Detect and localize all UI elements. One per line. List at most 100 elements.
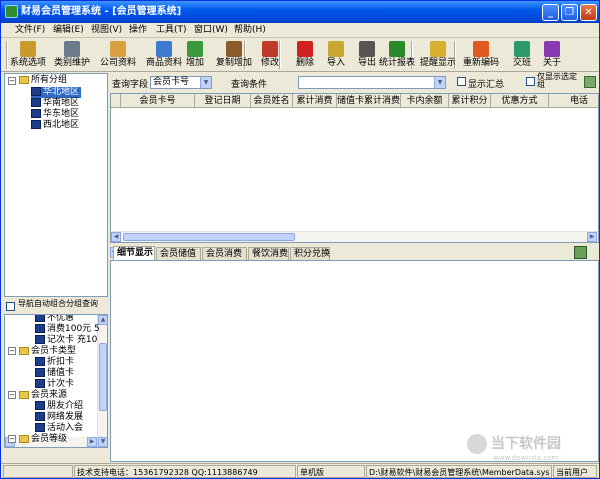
toolbar-button-11[interactable]: 提醒显示 (419, 40, 457, 70)
toolbar-button-5[interactable]: 复制增加 (215, 40, 253, 70)
category-tree-item[interactable]: 活动入会 (35, 423, 83, 434)
category-tree-item[interactable]: 储值卡 (35, 368, 74, 379)
category-tree-label: 消费100元 5 (47, 324, 100, 334)
toolbar-button-12[interactable]: 重新编码 (462, 40, 500, 70)
scroll-right-arrow[interactable]: ▶ (587, 232, 597, 242)
category-tree-item[interactable]: − 会员来源 (8, 390, 67, 401)
collapse-toggle[interactable]: − (8, 435, 16, 443)
tab-4[interactable]: 积分兑换 (290, 247, 330, 260)
book-icon (31, 87, 41, 96)
tab-2[interactable]: 会员消费 (202, 247, 247, 260)
category-tree-label: 不优惠 (47, 314, 75, 323)
scroll-down-arrow[interactable]: ▼ (98, 437, 107, 447)
scroll-thumb[interactable] (99, 343, 107, 411)
category-tree-item[interactable]: 网络发展 (35, 412, 83, 423)
menu-edit[interactable]: 编辑(E) (53, 23, 84, 38)
detail-tabs: ◀ 细节显示会员储值会员消费餐饮消费积分兑换 (110, 245, 599, 260)
category-tree-item[interactable]: 不优惠 (35, 314, 75, 324)
group-tree[interactable]: − 所有分组 华北地区 华南地区 华东地区 西北地区 (4, 73, 108, 297)
delete-x-icon (297, 41, 313, 57)
category-tree-item[interactable]: 计次卡 (35, 379, 74, 390)
scroll-right-arrow[interactable]: ▶ (87, 437, 97, 447)
folder-icon (19, 75, 29, 84)
toolbar-button-10[interactable]: 统计报表 (378, 40, 416, 70)
menu-window[interactable]: 窗口(W) (194, 23, 228, 38)
query-field-label: 查询字段 (112, 80, 149, 90)
collapse-toggle[interactable]: − (8, 391, 16, 399)
column-header[interactable]: 电话 (549, 94, 598, 108)
show-selected-checkbox[interactable] (526, 77, 535, 86)
collapse-toggle[interactable]: − (8, 347, 16, 355)
scroll-left-arrow[interactable]: ◀ (111, 232, 121, 242)
tab-action-icon[interactable] (574, 246, 587, 259)
menu-file[interactable]: 文件(F) (15, 23, 45, 38)
tab-0[interactable]: 细节显示 (113, 246, 155, 260)
category-tree-item[interactable]: 记次卡 充10 (35, 335, 97, 346)
query-cond-label: 查询条件 (231, 80, 268, 90)
toolbar-button-label: 统计报表 (378, 58, 415, 68)
book-icon (35, 315, 45, 322)
column-header[interactable]: 会员卡号 (121, 94, 195, 108)
column-header[interactable]: 储值卡累计消费 (337, 94, 401, 108)
category-tree-label: 会员等级 (31, 434, 68, 444)
close-button[interactable]: ✕ (580, 4, 597, 21)
restore-button[interactable]: ❐ (561, 4, 578, 21)
toolbar-button-4[interactable]: 增加 (176, 40, 214, 70)
category-tree-item[interactable]: − 会员等级 (8, 434, 68, 445)
bar-chart-icon (389, 41, 405, 57)
column-header[interactable]: 优惠方式 (491, 94, 549, 108)
grid-corner (111, 94, 121, 108)
toolbar-button-label: 重新编码 (462, 58, 499, 68)
toolbar-button-1[interactable]: 类别维护 (53, 40, 91, 70)
nav-auto-checkbox[interactable] (6, 302, 15, 311)
query-cond-select[interactable]: ▼ (298, 76, 446, 89)
column-header[interactable]: 卡内余额 (401, 94, 449, 108)
chevron-down-icon: ▼ (200, 77, 211, 88)
collapse-toggle[interactable]: − (8, 77, 16, 85)
menu-view[interactable]: 视图(V) (91, 23, 122, 38)
window-title: 财易会员管理系统 - [会员管理系统] (21, 6, 182, 17)
show-selected-label: 仅显示选定组 (537, 72, 577, 89)
tree-item-northwest[interactable]: 西北地区 (31, 120, 79, 131)
menu-operation[interactable]: 操作 (129, 23, 147, 38)
column-header[interactable]: 登记日期 (195, 94, 251, 108)
tab-3[interactable]: 餐饮消费 (248, 247, 289, 260)
column-header[interactable]: 会员姓名 (251, 94, 293, 108)
tree-item-south[interactable]: 华南地区 (31, 98, 79, 109)
menu-help[interactable]: 帮助(H) (234, 23, 266, 38)
show-summary-label: 显示汇总 (468, 80, 505, 90)
query-field-select[interactable]: 会员卡号 ▼ (150, 76, 212, 89)
nav-auto-option[interactable]: 导航自动组合分组查询 (5, 300, 108, 314)
category-tree-item[interactable]: 消费100元 5 (35, 324, 100, 335)
category-tree-item[interactable]: − 会员卡类型 (8, 346, 76, 357)
show-summary-checkbox[interactable] (457, 77, 466, 86)
menu-tools[interactable]: 工具(T) (156, 23, 187, 38)
edit-pencil-icon (262, 41, 278, 57)
reminder-icon (430, 41, 446, 57)
category-tree-item[interactable]: 折扣卡 (35, 357, 74, 368)
toolbar-button-label: 系统选项 (9, 58, 46, 68)
book-icon (35, 324, 45, 333)
column-header[interactable]: 累计消费 (293, 94, 337, 108)
tree-root[interactable]: 所有分组 (19, 75, 67, 86)
toolbar: 系统选项 类别维护 公司资料 商品资料 增加 复制增加 修改 删除 导入 导出 统计报表 提醒显示 重新… (1, 38, 599, 72)
tree-item-east[interactable]: 华东地区 (31, 109, 79, 120)
toolbar-button-6[interactable]: 修改 (251, 40, 289, 70)
toolbar-button-14[interactable]: 关于 (533, 40, 571, 70)
category-tree-item[interactable]: 朋友介绍 (35, 401, 83, 412)
minimize-button[interactable]: _ (542, 4, 559, 21)
folder-icon (19, 434, 29, 443)
tree-item-north[interactable]: 华北地区 (31, 87, 82, 98)
toolbar-button-0[interactable]: 系统选项 (9, 40, 47, 70)
grid-hscroll[interactable]: ◀ ▶ (111, 231, 598, 242)
status-phone: 技术支持电话：15361792328 QQ:1113886749 (74, 465, 296, 478)
column-header[interactable]: 累计积分 (449, 94, 491, 108)
refresh-icon[interactable] (584, 76, 596, 88)
member-grid[interactable]: 会员卡号 登记日期 会员姓名 累计消费 储值卡累计消费 卡内余额 累计积分 优惠方式 电话 ◀ … (110, 93, 599, 243)
category-tree[interactable]: ▲ ▼ ◀ ▶ 不优惠消费100元 5记次卡 充10−会员卡类型折扣卡储值卡计次… (4, 314, 108, 448)
category-tree-label: 储值卡 (47, 368, 75, 378)
import-icon (328, 41, 344, 57)
scroll-thumb[interactable] (123, 233, 295, 241)
toolbar-button-2[interactable]: 公司资料 (99, 40, 137, 70)
tab-1[interactable]: 会员储值 (156, 247, 201, 260)
